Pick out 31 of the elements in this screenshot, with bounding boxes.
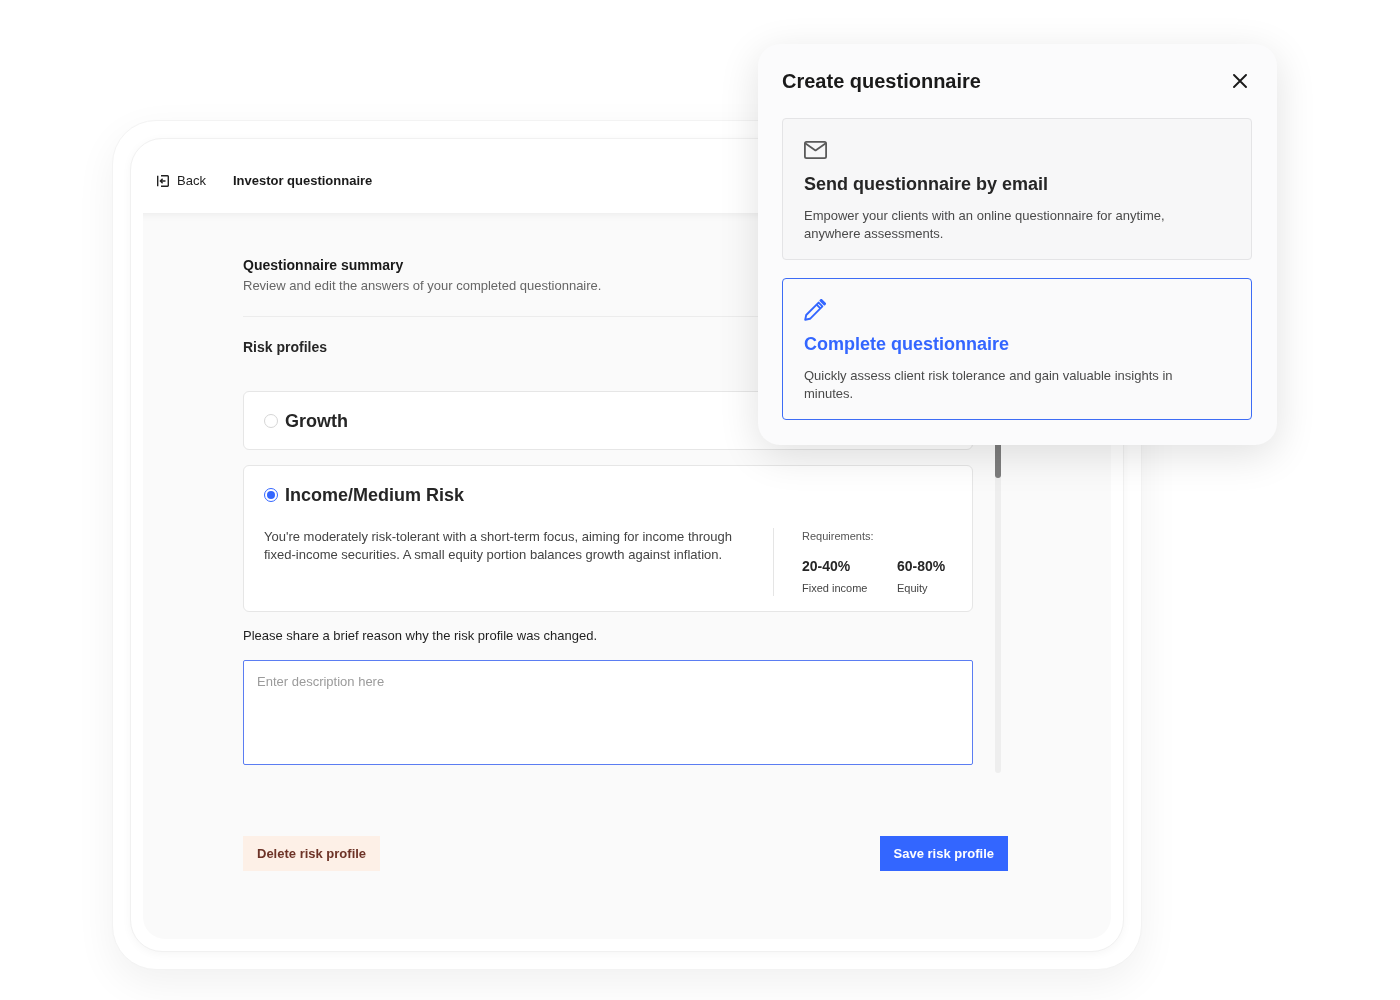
close-icon: [1233, 74, 1247, 88]
option-card[interactable]: Send questionnaire by email Empower your clients with an online questionnaire for anytime, anywhere assessments.: [782, 118, 1252, 260]
mail-icon: [804, 141, 827, 159]
requirement-label: Fixed income: [802, 581, 868, 596]
dialog-title: Create questionnaire: [782, 69, 981, 94]
section-subtitle: Review and edit the answers of your completed questionnaire.: [243, 277, 602, 295]
profile-title: Growth: [285, 409, 348, 433]
back-link[interactable]: Back: [157, 171, 206, 191]
requirements-label: Requirements:: [802, 529, 874, 544]
option-description: Empower your clients with an online questionnaire for anytime, anywhere assessments.: [804, 207, 1166, 243]
profile-description: You're moderately risk-tolerant with a short-term focus, aiming for income through fixed-income securities. A small equity portion balances growth against inflation.: [264, 528, 734, 564]
risk-profiles-heading: Risk profiles: [243, 338, 328, 357]
save-button[interactable]: Save risk profile: [879, 836, 1008, 871]
option-title: Send questionnaire by email: [804, 173, 1049, 196]
delete-button[interactable]: Delete risk profile: [243, 836, 381, 871]
arrow-box-icon: [157, 175, 169, 187]
section-title: Questionnaire summary: [243, 256, 404, 275]
pencil-icon: [804, 299, 826, 321]
description-field[interactable]: Enter description here: [243, 660, 973, 765]
option-card[interactable]: Complete questionnaire Quickly assess client risk tolerance and gain valuable insights in minutes.: [782, 278, 1252, 420]
page-title: Investor questionnaire: [232, 172, 373, 191]
requirement-value: 60-80%: [897, 557, 946, 576]
close-button[interactable]: [1230, 71, 1250, 91]
scrollbar-thumb[interactable]: [995, 442, 1001, 478]
requirement-value: 20-40%: [802, 557, 851, 576]
profile-card[interactable]: [243, 465, 973, 612]
requirement-label: Equity: [897, 581, 928, 596]
reason-label: Please share a brief reason why the risk profile was changed.: [243, 627, 598, 645]
radio-button[interactable]: [264, 488, 278, 502]
profile-title: Income/Medium Risk: [285, 484, 465, 507]
option-title: Complete questionnaire: [804, 333, 1010, 356]
